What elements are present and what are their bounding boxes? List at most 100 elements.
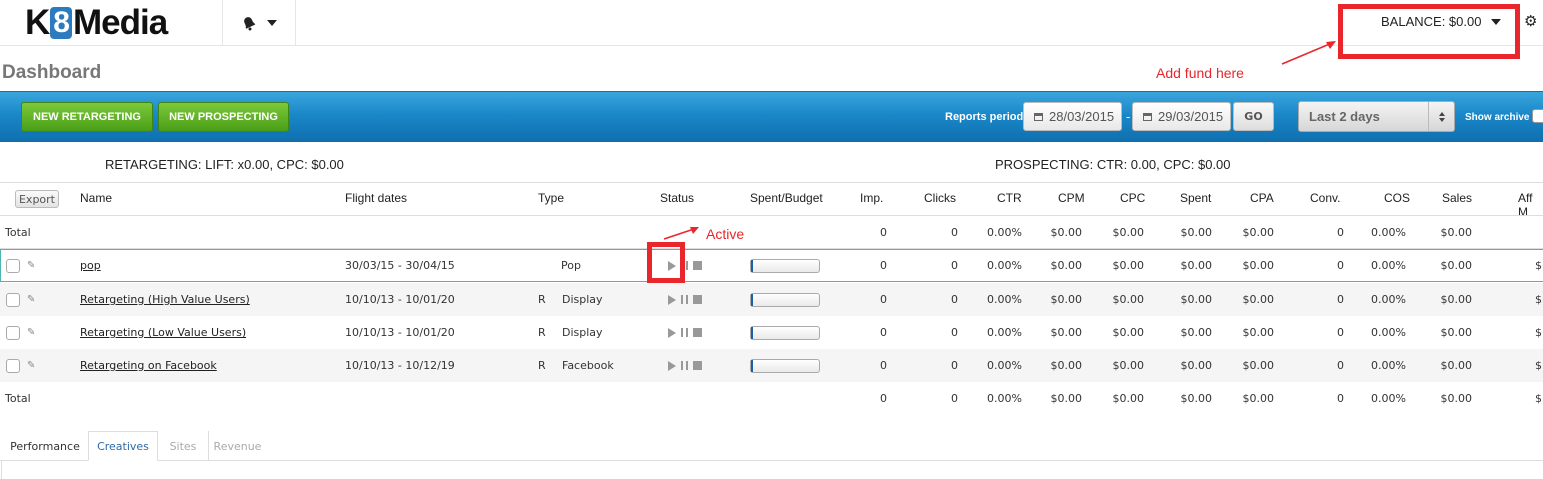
col-name[interactable]: Name <box>80 191 112 205</box>
pause-icon[interactable] <box>681 361 688 370</box>
spent-budget-bar <box>750 325 820 340</box>
total-ctr: 0.00% <box>987 392 1022 405</box>
add-fund-annotation: Add fund here <box>1156 65 1244 81</box>
type-prefix: R <box>538 293 546 306</box>
reports-period-label: Reports period : <box>945 111 1030 123</box>
notifications-dropdown[interactable] <box>222 0 296 45</box>
aff: $( <box>1535 359 1543 372</box>
play-icon[interactable] <box>668 294 676 305</box>
col-spent[interactable]: Spent <box>1180 191 1211 205</box>
flight-dates: 10/10/13 - 10/12/19 <box>345 359 455 372</box>
col-cos[interactable]: COS <box>1384 191 1410 205</box>
table-top-border <box>0 182 1543 183</box>
total-cpc: $0.00 <box>1112 226 1145 239</box>
show-archive-checkbox[interactable] <box>1532 109 1543 123</box>
retargeting-summary: RETARGETING: LIFT: x0.00, CPC: $0.00 <box>105 157 344 172</box>
pencil-icon[interactable]: ✎ <box>27 283 35 316</box>
cpa: $0.00 <box>1242 359 1275 372</box>
tab-sites[interactable]: Sites <box>163 431 203 461</box>
tab-revenue[interactable]: Revenue <box>208 431 266 461</box>
play-icon[interactable] <box>668 327 676 338</box>
pause-icon[interactable] <box>681 295 688 304</box>
select-arrows-icon <box>1428 102 1454 131</box>
flight-dates: 10/10/13 - 10/01/20 <box>345 293 455 306</box>
total-cpa: $0.00 <box>1242 392 1275 405</box>
logo[interactable]: K 8 Media <box>25 2 168 44</box>
pause-icon[interactable] <box>681 328 688 337</box>
stop-icon[interactable] <box>693 295 702 304</box>
campaign-name-link[interactable]: Retargeting on Facebook <box>80 359 217 372</box>
table-row[interactable]: ✎ Retargeting (Low Value Users) 10/10/13 -… <box>0 316 1543 349</box>
cpa: $0.00 <box>1242 293 1275 306</box>
table-row[interactable]: ✎ Retargeting (High Value Users) 10/10/13 … <box>0 283 1543 316</box>
go-button[interactable]: GO <box>1233 102 1274 131</box>
clicks: 0 <box>951 359 958 372</box>
type-prefix: R <box>538 326 546 339</box>
spent-budget-bar <box>750 358 820 373</box>
col-cpa[interactable]: CPA <box>1250 191 1274 205</box>
type-prefix: R <box>538 359 546 372</box>
gear-icon[interactable]: ⚙ <box>1524 12 1537 30</box>
new-retargeting-button[interactable]: NEW RETARGETING <box>21 102 153 132</box>
campaign-name-link[interactable]: Retargeting (Low Value Users) <box>80 326 246 339</box>
date-from-field[interactable]: 28/03/2015 <box>1023 102 1122 131</box>
col-status[interactable]: Status <box>660 191 694 205</box>
date-from-value: 28/03/2015 <box>1049 109 1115 124</box>
col-type[interactable]: Type <box>538 191 564 205</box>
total-spent: $0.00 <box>1180 226 1213 239</box>
col-cpm[interactable]: CPM <box>1058 191 1085 205</box>
campaign-name-link[interactable]: Retargeting (High Value Users) <box>80 293 250 306</box>
total-spent: $0.00 <box>1180 392 1213 405</box>
cpm: $0.00 <box>1050 359 1083 372</box>
date-to-field[interactable]: 29/03/2015 <box>1132 102 1231 131</box>
ctr: 0.00% <box>987 293 1022 306</box>
pencil-icon[interactable]: ✎ <box>27 349 35 382</box>
col-cpc[interactable]: CPC <box>1120 191 1145 205</box>
col-spent-budget[interactable]: Spent/Budget <box>750 191 823 205</box>
aff: $( <box>1535 293 1543 306</box>
row-checkbox[interactable] <box>6 292 20 307</box>
col-clicks[interactable]: Clicks <box>924 191 956 205</box>
period-select[interactable]: Last 2 days <box>1298 101 1455 132</box>
col-sales[interactable]: Sales <box>1442 191 1472 205</box>
tab-performance[interactable]: Performance <box>3 431 87 461</box>
tab-creatives[interactable]: Creatives <box>88 431 158 461</box>
cpm: $0.00 <box>1050 293 1083 306</box>
col-ctr[interactable]: CTR <box>997 191 1022 205</box>
export-button[interactable]: Export <box>15 190 59 208</box>
spent: $0.00 <box>1180 293 1213 306</box>
cpc: $0.00 <box>1112 326 1145 339</box>
campaign-type: Facebook <box>562 359 614 372</box>
chevron-down-icon <box>267 19 277 26</box>
spent-budget-fill <box>751 359 753 372</box>
cpm: $0.00 <box>1050 326 1083 339</box>
col-imp[interactable]: Imp. <box>860 191 883 205</box>
row-checkbox-cell <box>6 316 20 349</box>
stop-icon[interactable] <box>693 361 702 370</box>
col-flight-dates[interactable]: Flight dates <box>345 191 407 205</box>
clicks: 0 <box>951 293 958 306</box>
play-icon[interactable] <box>668 360 676 371</box>
total-cos: 0.00% <box>1371 226 1406 239</box>
status-controls <box>668 283 702 316</box>
row-checkbox[interactable] <box>6 358 20 373</box>
cpc: $0.00 <box>1112 293 1145 306</box>
new-prospecting-button[interactable]: NEW PROSPECTING <box>158 102 289 132</box>
row-checkbox[interactable] <box>6 325 20 340</box>
spent: $0.00 <box>1180 326 1213 339</box>
toolbar: NEW RETARGETING NEW PROSPECTING Reports … <box>0 91 1543 142</box>
total-imp: 0 <box>880 226 887 239</box>
sales: $0.00 <box>1440 326 1473 339</box>
conv: 0 <box>1337 359 1344 372</box>
sales: $0.00 <box>1440 293 1473 306</box>
logo-suffix: Media <box>72 3 168 42</box>
total-aff: $( <box>1535 392 1543 405</box>
total-imp: 0 <box>880 392 887 405</box>
prospecting-summary: PROSPECTING: CTR: 0.00, CPC: $0.00 <box>995 157 1231 172</box>
ctr: 0.00% <box>987 326 1022 339</box>
stop-icon[interactable] <box>693 328 702 337</box>
pencil-icon[interactable]: ✎ <box>27 316 35 349</box>
col-conv[interactable]: Conv. <box>1310 191 1340 205</box>
table-row[interactable]: ✎ Retargeting on Facebook 10/10/13 - 10/12… <box>0 349 1543 382</box>
total-cos: 0.00% <box>1371 392 1406 405</box>
